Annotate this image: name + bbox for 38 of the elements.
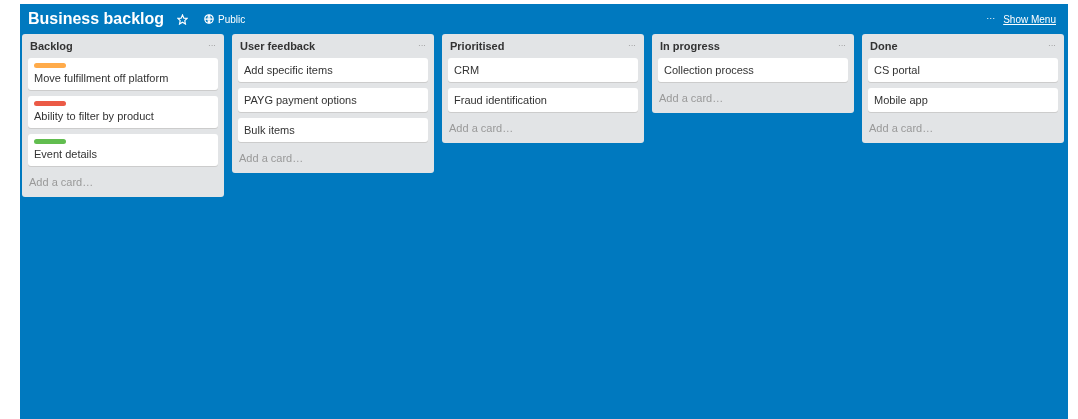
card-title: Bulk items xyxy=(244,123,296,137)
card[interactable]: Mobile app xyxy=(868,88,1058,112)
card[interactable]: Fraud identification xyxy=(448,88,638,112)
list-title: In progress xyxy=(660,38,720,54)
card-title: Fraud identification xyxy=(454,93,548,107)
card-title: Move fulfillment off platform xyxy=(34,71,170,85)
card-title: PAYG payment options xyxy=(244,93,358,107)
list-title: User feedback xyxy=(240,38,316,54)
list-menu[interactable]: ··· xyxy=(838,40,846,52)
list-menu[interactable]: ··· xyxy=(418,40,426,52)
card-title: Add specific items xyxy=(244,63,334,77)
card-title: Mobile app xyxy=(874,93,929,107)
card[interactable]: Collection process xyxy=(658,58,848,82)
card[interactable]: Ability to filter by product xyxy=(28,96,218,128)
list-title: Done xyxy=(870,38,898,54)
list-title: Prioritised xyxy=(450,38,505,54)
card[interactable]: CS portal xyxy=(868,58,1058,82)
globe-icon xyxy=(204,14,215,24)
show-menu-link[interactable]: Show Menu xyxy=(1003,11,1056,27)
visibility-label[interactable]: Public xyxy=(218,11,246,27)
card[interactable]: CRM xyxy=(448,58,638,82)
card[interactable]: Add specific items xyxy=(238,58,428,82)
list-menu[interactable]: ··· xyxy=(208,40,216,52)
list-menu[interactable]: ··· xyxy=(1048,40,1056,52)
card[interactable]: Event details xyxy=(28,134,218,166)
list-menu[interactable]: ··· xyxy=(628,40,636,52)
card-title: Ability to filter by product xyxy=(34,109,155,123)
board-title[interactable]: Business backlog xyxy=(28,7,165,31)
card-title: Collection process xyxy=(664,63,755,77)
menu-dots[interactable]: ··· xyxy=(986,12,996,26)
star-icon[interactable] xyxy=(177,13,189,25)
card[interactable]: Bulk items xyxy=(238,118,428,142)
card[interactable]: PAYG payment options xyxy=(238,88,428,112)
list-title: Backlog xyxy=(30,38,73,54)
card[interactable]: Move fulfillment off platform xyxy=(28,58,218,90)
card-title: CS portal xyxy=(874,63,921,77)
card-title: CRM xyxy=(454,63,481,77)
card-title: Event details xyxy=(34,147,98,161)
